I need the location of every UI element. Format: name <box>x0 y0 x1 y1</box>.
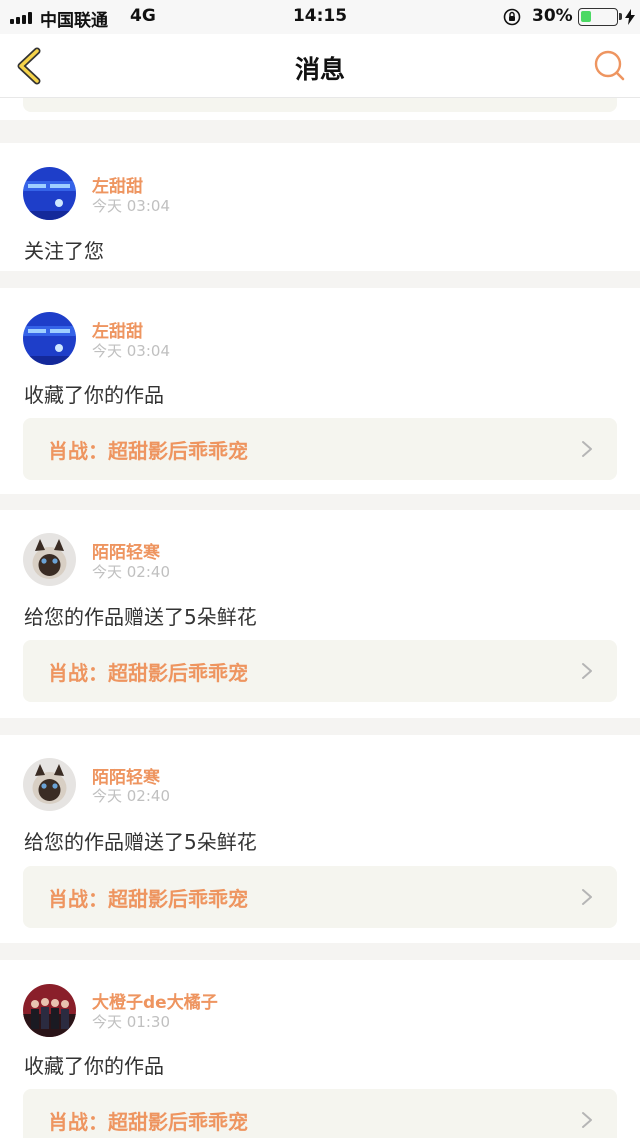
message-card: 左甜甜 今天 03:04 收藏了你的作品 肖战：超甜影后乖乖宠 <box>0 288 640 494</box>
work-title: 肖战：超甜影后乖乖宠 <box>48 661 248 685</box>
chevron-right-icon <box>582 441 592 457</box>
status-bar: 中国联通 4G 14:15 30% <box>0 0 640 34</box>
message-card: 陌陌轻寒 今天 02:40 给您的作品赠送了5朵鲜花 肖战：超甜影后乖乖宠 <box>0 510 640 718</box>
charging-bolt-icon <box>625 9 635 25</box>
user-avatar[interactable] <box>23 312 76 365</box>
message-time: 今天 02:40 <box>92 787 170 805</box>
user-name[interactable]: 大橙子de大橘子 <box>92 988 218 1013</box>
user-name[interactable]: 陌陌轻寒 <box>92 538 160 563</box>
chevron-right-icon <box>582 889 592 905</box>
message-action: 收藏了你的作品 <box>24 1054 164 1078</box>
work-link[interactable]: 肖战：超甜影后乖乖宠 <box>23 1089 617 1138</box>
message-card: 陌陌轻寒 今天 02:40 给您的作品赠送了5朵鲜花 肖战：超甜影后乖乖宠 <box>0 735 640 943</box>
message-action: 收藏了你的作品 <box>24 383 164 407</box>
rotation-lock-icon <box>503 8 521 26</box>
work-link-partial[interactable] <box>23 98 617 112</box>
user-avatar[interactable] <box>23 984 76 1037</box>
battery-icon <box>578 8 618 26</box>
message-action: 给您的作品赠送了5朵鲜花 <box>24 830 257 854</box>
work-link[interactable]: 肖战：超甜影后乖乖宠 <box>23 640 617 702</box>
message-time: 今天 03:04 <box>92 342 170 360</box>
message-card: 左甜甜 今天 03:04 关注了您 <box>0 143 640 271</box>
work-title: 肖战：超甜影后乖乖宠 <box>48 887 248 911</box>
message-card-partial <box>0 98 640 120</box>
user-avatar[interactable] <box>23 533 76 586</box>
user-avatar[interactable] <box>23 167 76 220</box>
battery-tip <box>619 13 622 20</box>
battery-percent: 30% <box>532 6 573 26</box>
work-title: 肖战：超甜影后乖乖宠 <box>48 439 248 463</box>
chevron-left-icon[interactable] <box>12 46 46 86</box>
user-name[interactable]: 左甜甜 <box>92 317 143 342</box>
message-action: 给您的作品赠送了5朵鲜花 <box>24 605 257 629</box>
page-title: 消息 <box>294 55 345 84</box>
user-name[interactable]: 左甜甜 <box>92 172 143 197</box>
search-icon[interactable] <box>592 48 628 84</box>
message-time: 今天 03:04 <box>92 197 170 215</box>
user-avatar[interactable] <box>23 758 76 811</box>
message-list: 左甜甜 今天 03:04 关注了您 左甜甜 今天 03:04 收藏了你的作品 肖… <box>0 98 640 1138</box>
work-title: 肖战：超甜影后乖乖宠 <box>48 1110 248 1134</box>
message-action: 关注了您 <box>24 239 104 263</box>
work-link[interactable]: 肖战：超甜影后乖乖宠 <box>23 418 617 480</box>
message-time: 今天 01:30 <box>92 1013 170 1031</box>
message-card: 大橙子de大橘子 今天 01:30 收藏了你的作品 肖战：超甜影后乖乖宠 <box>0 960 640 1138</box>
chevron-right-icon <box>582 1112 592 1128</box>
chevron-right-icon <box>582 663 592 679</box>
nav-bar: 消息 <box>0 34 640 98</box>
work-link[interactable]: 肖战：超甜影后乖乖宠 <box>23 866 617 928</box>
message-time: 今天 02:40 <box>92 563 170 581</box>
